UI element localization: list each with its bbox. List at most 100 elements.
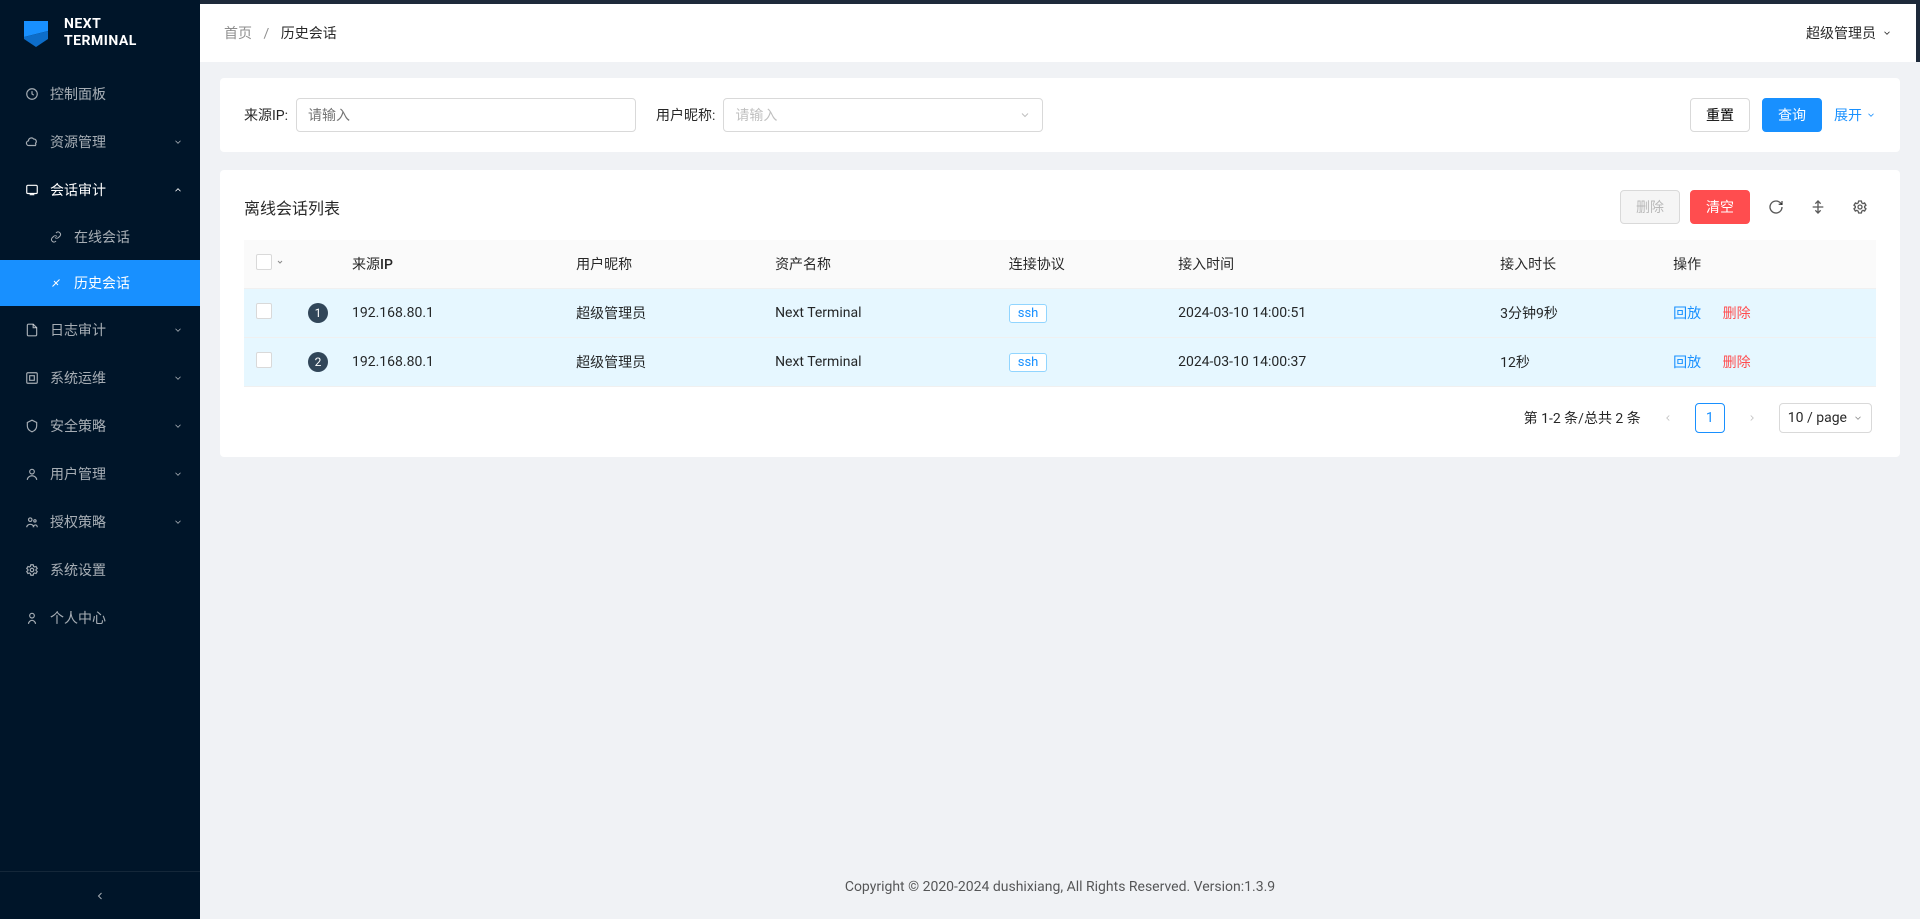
protocol-tag: ssh — [1009, 353, 1048, 372]
sidebar-subitem-online-sessions[interactable]: 在线会话 — [0, 214, 200, 260]
profile-icon — [24, 610, 40, 626]
sidebar-collapse-button[interactable] — [0, 871, 200, 919]
chevron-down-icon — [1866, 110, 1876, 120]
sidebar-item-ops[interactable]: 系统运维 — [0, 354, 200, 402]
user-menu[interactable]: 超级管理员 — [1806, 23, 1892, 43]
sidebar-menu: 控制面板 资源管理 会话审计 在线会话 历史会话 日志 — [0, 70, 200, 871]
sidebar-item-profile[interactable]: 个人中心 — [0, 594, 200, 642]
page-size-label: 10 / page — [1788, 410, 1847, 426]
col-actions: 操作 — [1661, 240, 1876, 289]
table-row: 2 192.168.80.1 超级管理员 Next Terminal ssh 2… — [244, 338, 1876, 387]
search-card: 来源IP: 用户昵称: 请输入 重置 查询 展开 — [220, 78, 1900, 152]
replay-link[interactable]: 回放 — [1673, 355, 1701, 371]
source-ip-label: 来源IP: — [244, 105, 288, 125]
sidebar-item-label: 资源管理 — [50, 132, 172, 152]
reset-button[interactable]: 重置 — [1690, 98, 1750, 132]
expand-link[interactable]: 展开 — [1834, 105, 1876, 125]
chevron-down-icon — [1019, 109, 1031, 121]
sidebar-item-log-audit[interactable]: 日志审计 — [0, 306, 200, 354]
disconnect-icon — [48, 275, 64, 291]
chevron-down-icon — [1882, 28, 1892, 38]
sidebar-item-label: 会话审计 — [50, 180, 172, 200]
breadcrumb-separator: / — [263, 26, 269, 42]
cell-nickname: 超级管理员 — [564, 289, 763, 338]
query-button[interactable]: 查询 — [1762, 98, 1822, 132]
sidebar-item-users[interactable]: 用户管理 — [0, 450, 200, 498]
chevron-down-icon — [172, 136, 184, 148]
breadcrumb-home[interactable]: 首页 — [224, 26, 252, 42]
chevron-left-icon — [1663, 413, 1673, 423]
chevron-down-icon — [172, 468, 184, 480]
sidebar-item-settings[interactable]: 系统设置 — [0, 546, 200, 594]
team-icon — [24, 514, 40, 530]
chevron-right-icon — [1747, 413, 1757, 423]
sidebar-subitem-label: 在线会话 — [74, 227, 130, 247]
source-ip-input[interactable] — [296, 98, 636, 132]
chevron-down-icon — [1853, 413, 1863, 423]
cell-time: 2024-03-10 14:00:51 — [1166, 289, 1488, 338]
sidebar: NEXT TERMINAL 控制面板 资源管理 会话审计 在线会话 — [0, 0, 200, 919]
cell-source-ip: 192.168.80.1 — [340, 289, 564, 338]
page-footer: Copyright © 2020-2024 dushixiang, All Ri… — [200, 859, 1920, 919]
delete-link[interactable]: 删除 — [1723, 355, 1751, 371]
shield-icon — [24, 418, 40, 434]
brand-line1: NEXT — [64, 16, 137, 33]
chevron-down-icon — [172, 372, 184, 384]
nickname-placeholder: 请输入 — [735, 105, 777, 125]
select-all-checkbox[interactable] — [256, 254, 272, 270]
user-name: 超级管理员 — [1806, 23, 1876, 43]
sidebar-item-session-audit[interactable]: 会话审计 — [0, 166, 200, 214]
brand-logo: NEXT TERMINAL — [0, 0, 200, 70]
replay-link[interactable]: 回放 — [1673, 306, 1701, 322]
settings-button[interactable] — [1844, 191, 1876, 223]
sessions-table: 来源IP 用户昵称 资产名称 连接协议 接入时间 接入时长 操作 1 — [244, 240, 1876, 387]
sidebar-subitem-history-sessions[interactable]: 历史会话 — [0, 260, 200, 306]
reload-button[interactable] — [1760, 191, 1792, 223]
next-page-button[interactable] — [1737, 403, 1767, 433]
sidebar-item-dashboard[interactable]: 控制面板 — [0, 70, 200, 118]
sidebar-item-authz[interactable]: 授权策略 — [0, 498, 200, 546]
chevron-down-icon — [276, 258, 284, 266]
chevron-left-icon — [94, 890, 106, 902]
cell-time: 2024-03-10 14:00:37 — [1166, 338, 1488, 387]
chevron-down-icon — [172, 516, 184, 528]
breadcrumb-current: 历史会话 — [281, 26, 337, 42]
col-duration: 接入时长 — [1488, 240, 1661, 289]
clear-button[interactable]: 清空 — [1690, 190, 1750, 224]
link-icon — [48, 229, 64, 245]
delete-link[interactable]: 删除 — [1723, 306, 1751, 322]
sidebar-item-label: 用户管理 — [50, 464, 172, 484]
sidebar-item-label: 系统设置 — [50, 560, 184, 580]
cell-asset: Next Terminal — [763, 338, 997, 387]
sidebar-item-label: 个人中心 — [50, 608, 184, 628]
page-number-current[interactable]: 1 — [1695, 403, 1725, 433]
brand-text: NEXT TERMINAL — [64, 16, 137, 50]
cloud-icon — [24, 134, 40, 150]
row-checkbox[interactable] — [256, 352, 272, 368]
pagination: 第 1-2 条/总共 2 条 1 10 / page — [244, 387, 1876, 437]
dashboard-icon — [24, 86, 40, 102]
form-item-source-ip: 来源IP: — [244, 98, 636, 132]
gear-icon — [24, 562, 40, 578]
cell-asset: Next Terminal — [763, 289, 997, 338]
audit-icon — [24, 182, 40, 198]
expand-label: 展开 — [1834, 105, 1862, 125]
bulk-delete-button[interactable]: 删除 — [1620, 190, 1680, 224]
chevron-down-icon — [172, 324, 184, 336]
nickname-select[interactable]: 请输入 — [723, 98, 1043, 132]
col-nickname: 用户昵称 — [564, 240, 763, 289]
row-checkbox[interactable] — [256, 303, 272, 319]
form-item-nickname: 用户昵称: 请输入 — [656, 98, 1043, 132]
col-protocol: 连接协议 — [997, 240, 1166, 289]
sidebar-item-security[interactable]: 安全策略 — [0, 402, 200, 450]
cell-source-ip: 192.168.80.1 — [340, 338, 564, 387]
page-size-select[interactable]: 10 / page — [1779, 403, 1872, 433]
sidebar-item-label: 安全策略 — [50, 416, 172, 436]
col-time: 接入时间 — [1166, 240, 1488, 289]
brand-line2: TERMINAL — [64, 33, 137, 50]
prev-page-button[interactable] — [1653, 403, 1683, 433]
density-button[interactable] — [1802, 191, 1834, 223]
control-icon — [24, 370, 40, 386]
sidebar-item-resources[interactable]: 资源管理 — [0, 118, 200, 166]
chevron-down-icon — [172, 420, 184, 432]
